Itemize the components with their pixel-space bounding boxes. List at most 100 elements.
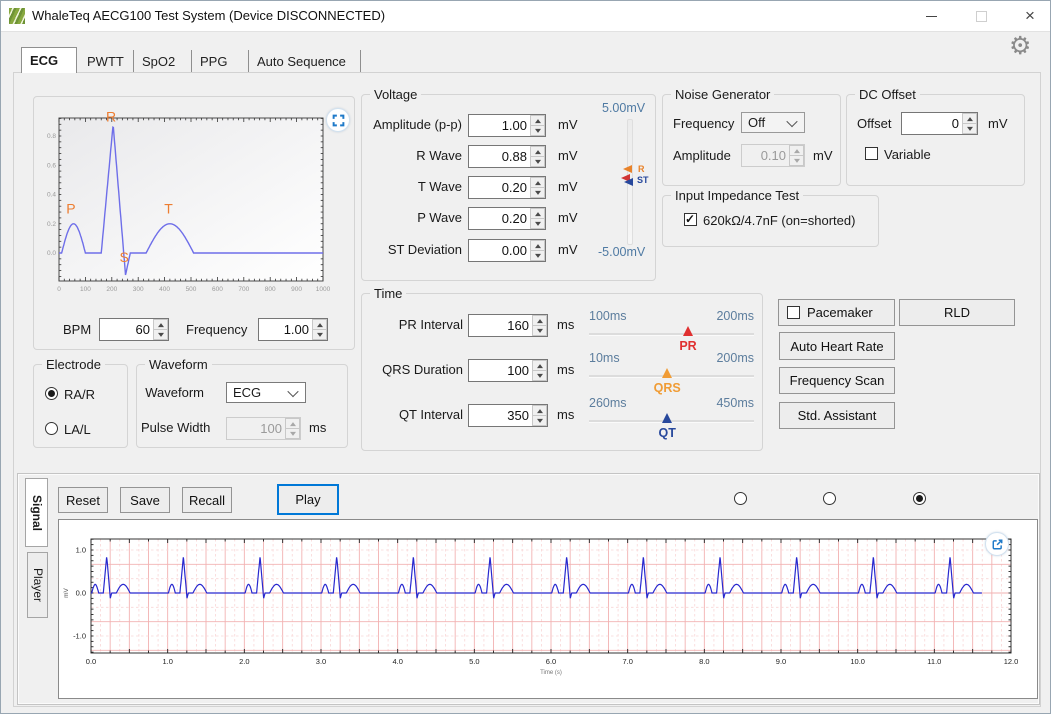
spin-down-icon[interactable] (530, 125, 545, 136)
bpm-input[interactable]: 60 (99, 318, 169, 341)
voltage-marker-st[interactable] (624, 178, 633, 186)
chevron-down-icon (786, 115, 797, 126)
frequency-spinner[interactable] (312, 319, 327, 340)
svg-text:R: R (106, 108, 116, 124)
spin-up-icon[interactable] (532, 315, 547, 325)
spin-up-icon[interactable] (312, 319, 327, 329)
std-assistant-button[interactable]: Std. Assistant (779, 402, 895, 429)
voltage-marker-r[interactable] (623, 165, 632, 173)
radio-ra-r[interactable] (45, 387, 58, 400)
svg-text:T: T (164, 201, 173, 217)
svg-text:8.0: 8.0 (699, 657, 709, 666)
spin-down-icon[interactable] (530, 187, 545, 198)
p-wave-input[interactable]: 0.20 (468, 207, 546, 230)
app-logo-icon (9, 8, 25, 24)
noise-frequency-select[interactable]: Off (741, 112, 805, 133)
spin-down-icon[interactable] (153, 329, 168, 340)
auto-heart-rate-button[interactable]: Auto Heart Rate (779, 332, 895, 360)
variable-checkbox[interactable] (865, 147, 878, 160)
radio-5mm[interactable] (734, 492, 747, 505)
spin-down-icon[interactable] (532, 370, 547, 381)
play-button[interactable]: Play (277, 484, 339, 515)
tab-ppg[interactable]: PPG (192, 50, 249, 72)
title-bar: WhaleTeq AECG100 Test System (Device DIS… (1, 1, 1050, 32)
pr-marker-icon[interactable] (683, 326, 693, 336)
tab-auto-sequence[interactable]: Auto Sequence (249, 50, 361, 72)
radio-10mm[interactable] (823, 492, 836, 505)
spin-down-icon[interactable] (530, 156, 545, 167)
svg-text:100: 100 (80, 286, 91, 293)
spin-up-icon[interactable] (530, 177, 545, 187)
reset-button[interactable]: Reset (58, 487, 108, 513)
bpm-spinner[interactable] (153, 319, 168, 340)
qt-interval-input[interactable]: 350 (468, 404, 548, 427)
open-external-button[interactable] (985, 532, 1009, 556)
qt-slider[interactable]: 260ms 450ms QT (589, 396, 754, 444)
spin-down-icon[interactable] (532, 415, 547, 426)
tab-player[interactable]: Player (27, 552, 48, 618)
st-deviation-input[interactable]: 0.00 (468, 239, 546, 262)
close-button[interactable]: × (1009, 1, 1051, 31)
svg-text:200: 200 (106, 286, 117, 293)
minimize-icon (926, 16, 937, 17)
save-button[interactable]: Save (120, 487, 170, 513)
pacemaker-checkbox[interactable] (787, 306, 800, 319)
impedance-checkbox[interactable] (684, 213, 697, 226)
spin-up-icon[interactable] (962, 113, 977, 123)
maximize-button[interactable] (959, 1, 1003, 31)
tab-signal[interactable]: Signal (25, 478, 48, 547)
spin-down-icon[interactable] (530, 218, 545, 229)
pulse-width-input: 100 (226, 417, 301, 440)
expand-chart-button[interactable] (326, 108, 350, 132)
pr-interval-input[interactable]: 160 (468, 314, 548, 337)
spin-down-icon[interactable] (530, 250, 545, 261)
qt-marker-icon[interactable] (662, 413, 672, 423)
qrs-slider[interactable]: 10ms 200ms QRS (589, 351, 754, 399)
svg-text:0.0: 0.0 (47, 250, 56, 257)
spin-up-icon[interactable] (530, 240, 545, 250)
svg-text:600: 600 (212, 286, 223, 293)
spin-down-icon[interactable] (962, 123, 977, 134)
svg-text:1.0: 1.0 (76, 546, 86, 555)
tab-pwtt[interactable]: PWTT (79, 50, 134, 72)
frequency-input[interactable]: 1.00 (258, 318, 328, 341)
recall-button[interactable]: Recall (182, 487, 232, 513)
radio-20mm[interactable] (913, 492, 926, 505)
waveform-select[interactable]: ECG (226, 382, 306, 403)
svg-text:5.0: 5.0 (469, 657, 479, 666)
radio-la-l[interactable] (45, 422, 58, 435)
rld-button[interactable]: RLD (899, 299, 1015, 326)
t-wave-input[interactable]: 0.20 (468, 176, 546, 199)
tab-ecg[interactable]: ECG (21, 47, 77, 73)
tab-spo2[interactable]: SpO2 (134, 50, 192, 72)
window-title: WhaleTeq AECG100 Test System (Device DIS… (32, 8, 385, 23)
spin-up-icon[interactable] (530, 208, 545, 218)
spin-down-icon[interactable] (532, 325, 547, 336)
spin-down-icon[interactable] (312, 329, 327, 340)
spin-up-icon[interactable] (530, 146, 545, 156)
spin-up-icon[interactable] (532, 360, 547, 370)
fullscreen-icon (332, 114, 345, 127)
pacemaker-label: Pacemaker (807, 305, 873, 320)
spin-down-icon (285, 428, 300, 439)
qrs-marker-icon[interactable] (662, 368, 672, 378)
dc-offset-input[interactable]: 0 (901, 112, 978, 135)
qrs-duration-input[interactable]: 100 (468, 359, 548, 382)
spin-up-icon[interactable] (532, 405, 547, 415)
pr-slider[interactable]: 100ms 200ms PR (589, 309, 754, 357)
svg-text:12.0: 12.0 (1004, 657, 1019, 666)
amplitude-pp-input[interactable]: 1.00 (468, 114, 546, 137)
frequency-scan-button[interactable]: Frequency Scan (779, 367, 895, 394)
spin-up-icon[interactable] (153, 319, 168, 329)
svg-text:1000: 1000 (316, 286, 331, 293)
slider-track[interactable] (589, 333, 754, 336)
pacemaker-box[interactable]: Pacemaker (778, 299, 895, 326)
svg-text:mV: mV (63, 587, 70, 597)
gear-icon[interactable]: ⚙ (1009, 34, 1031, 59)
r-wave-input[interactable]: 0.88 (468, 145, 546, 168)
spin-up-icon[interactable] (530, 115, 545, 125)
svg-text:800: 800 (265, 286, 276, 293)
minimize-button[interactable] (909, 1, 953, 31)
svg-text:S: S (120, 249, 129, 265)
svg-text:0.4: 0.4 (47, 192, 56, 199)
